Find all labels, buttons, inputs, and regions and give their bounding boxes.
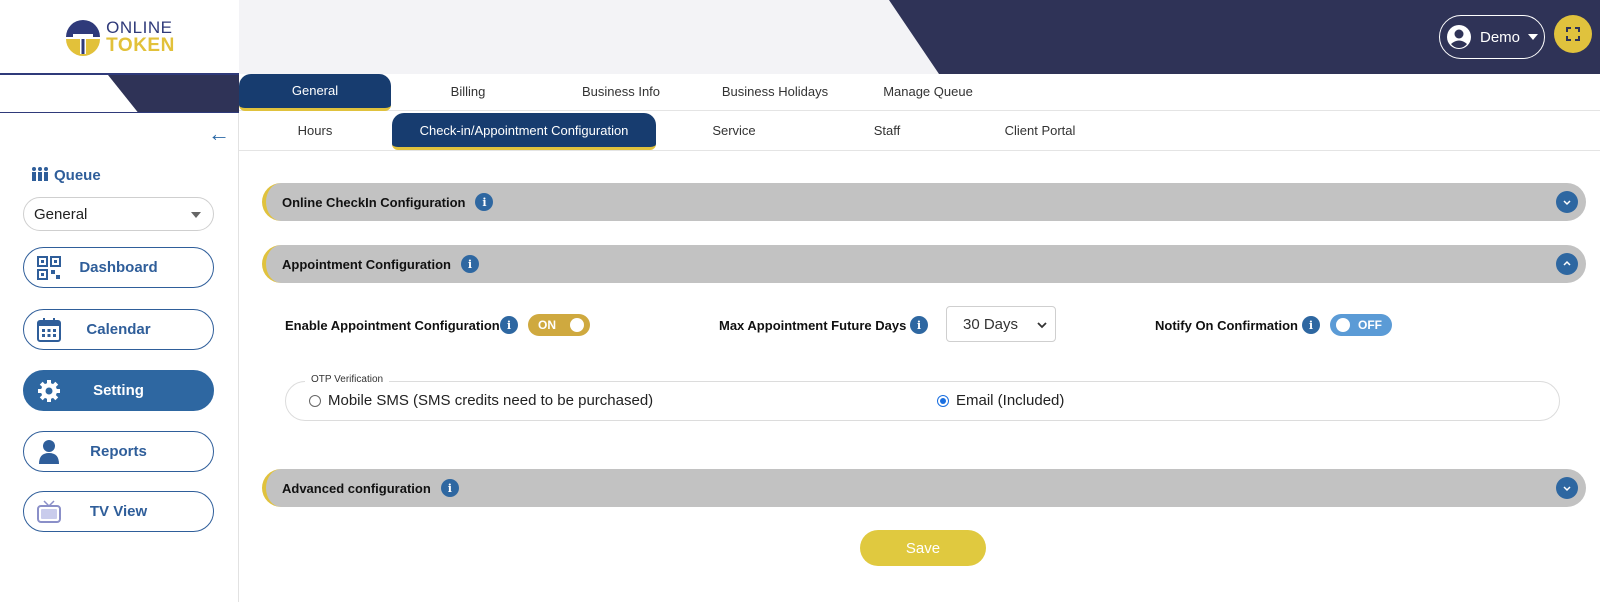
brand-logo: ONLINE TOKEN (64, 18, 175, 56)
tab-business-info[interactable]: Business Info (545, 84, 697, 99)
sidebar-item-label: Reports (90, 443, 147, 460)
sidebar-item-reports[interactable]: Reports (23, 431, 214, 472)
notify-label: Notify On Confirmation (1155, 318, 1298, 333)
queue-select[interactable]: General (23, 197, 214, 231)
sidebar-item-dashboard[interactable]: Dashboard (23, 247, 214, 288)
tab-general[interactable]: General (239, 74, 391, 111)
sidebar-item-label: Dashboard (79, 259, 158, 276)
chevron-down-icon[interactable] (1556, 477, 1578, 499)
sidebar-item-label: TV View (89, 503, 148, 520)
toggle-knob (1336, 318, 1350, 332)
fullscreen-icon (1566, 27, 1580, 41)
secondary-tabs: Hours Check-in/Appointment Configuration… (239, 111, 1600, 151)
chevron-down-icon (1037, 322, 1047, 329)
save-button[interactable]: Save (860, 530, 986, 566)
caret-down-icon (191, 212, 201, 218)
section-title: Advanced configuration (282, 480, 431, 496)
chevron-down-icon (1528, 34, 1538, 40)
header-decoration (889, 0, 1600, 74)
back-arrow-icon[interactable]: ← (208, 121, 230, 147)
section-title: Appointment Configuration (282, 256, 451, 272)
toggle-state: ON (538, 318, 556, 332)
otp-sms-radio[interactable] (309, 395, 321, 407)
info-icon[interactable]: i (500, 316, 518, 334)
max-days-label: Max Appointment Future Days (719, 318, 907, 333)
tab-billing[interactable]: Billing (392, 84, 544, 99)
info-icon[interactable]: i (460, 255, 479, 273)
brand-line2: TOKEN (106, 34, 175, 56)
tab-staff[interactable]: Staff (811, 123, 963, 138)
logo-icon (66, 19, 101, 56)
user-name: Demo (1479, 28, 1520, 46)
toggle-knob (570, 318, 584, 332)
brand-line1: ONLINE (106, 17, 173, 37)
user-menu-button[interactable]: Demo (1439, 15, 1545, 59)
info-icon[interactable]: i (440, 479, 459, 497)
queue-select-value: General (34, 205, 88, 223)
otp-legend: OTP Verification (305, 374, 390, 385)
tab-hours[interactable]: Hours (239, 123, 391, 138)
info-icon[interactable]: i (475, 193, 494, 211)
queue-label-text: Queue (54, 166, 101, 184)
user-circle-icon (1446, 25, 1471, 49)
section-advanced[interactable]: Advanced configuration i (262, 469, 1586, 507)
toggle-state: OFF (1358, 318, 1382, 332)
sidebar-band (0, 73, 239, 113)
info-icon[interactable]: i (910, 316, 928, 334)
section-title: Online CheckIn Configuration (282, 194, 466, 210)
primary-tabs: General Billing Business Info Business H… (239, 74, 1600, 111)
tab-manage-queue[interactable]: Manage Queue (852, 84, 1004, 99)
section-online-checkin[interactable]: Online CheckIn Configuration i (262, 183, 1586, 221)
tab-service[interactable]: Service (658, 123, 810, 138)
sidebar-item-calendar[interactable]: Calendar (23, 309, 214, 350)
enable-appointment-toggle[interactable]: ON (528, 314, 590, 336)
sidebar-band-decoration (108, 75, 239, 112)
fullscreen-button[interactable] (1554, 15, 1592, 53)
tab-business-holidays[interactable]: Business Holidays (699, 84, 851, 99)
people-icon (32, 167, 48, 181)
otp-email-label[interactable]: Email (Included) (956, 392, 1064, 409)
enable-appointment-label: Enable Appointment Configuration (285, 318, 500, 333)
sidebar: ← Queue General Dashboard Calendar Setti… (0, 113, 239, 602)
otp-sms-label[interactable]: Mobile SMS (SMS credits need to be purch… (328, 392, 653, 409)
tab-checkin-appointment[interactable]: Check-in/Appointment Configuration (392, 113, 656, 150)
max-days-select[interactable]: 30 Days (946, 306, 1056, 342)
section-appointment[interactable]: Appointment Configuration i (262, 245, 1586, 283)
info-icon[interactable]: i (1302, 316, 1320, 334)
chevron-up-icon[interactable] (1556, 253, 1578, 275)
tab-client-portal[interactable]: Client Portal (964, 123, 1116, 138)
chevron-down-icon[interactable] (1556, 191, 1578, 213)
sidebar-item-setting[interactable]: Setting (23, 370, 214, 411)
otp-email-radio[interactable] (937, 395, 949, 407)
sidebar-item-label: Setting (93, 382, 144, 399)
notify-toggle[interactable]: OFF (1330, 314, 1392, 336)
max-days-value: 30 Days (963, 315, 1019, 333)
sidebar-item-label: Calendar (86, 321, 151, 338)
app-root: ONLINE TOKEN Demo ← Queue General Dashbo… (0, 0, 1600, 602)
logo-area: ONLINE TOKEN (0, 0, 239, 73)
sidebar-item-tv-view[interactable]: TV View (23, 491, 214, 532)
top-header (239, 0, 1600, 74)
queue-label: Queue (30, 165, 101, 185)
